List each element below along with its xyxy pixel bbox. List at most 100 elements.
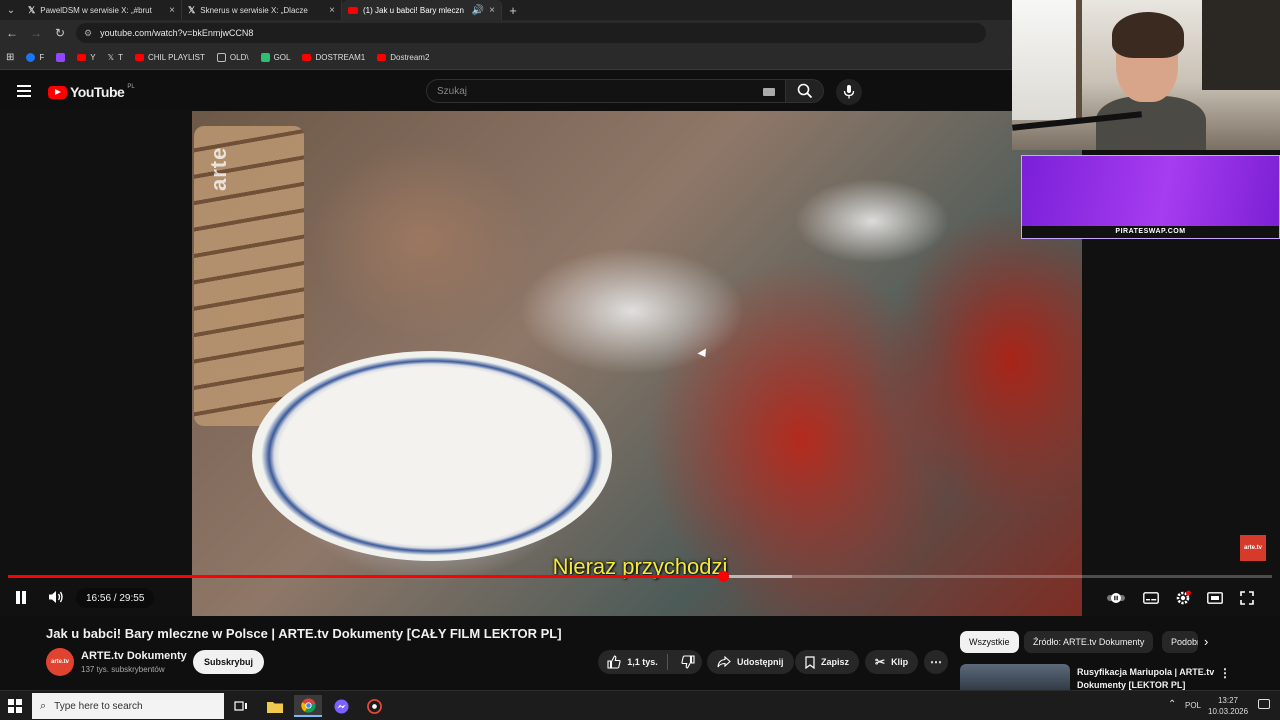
webcam-background-shelf	[1202, 0, 1280, 90]
volume-button[interactable]	[48, 589, 64, 608]
theater-icon	[1207, 592, 1223, 604]
bookmark-t[interactable]: 𝕏T	[108, 53, 123, 62]
video-frame[interactable]: arte	[192, 111, 1082, 616]
bookmark-f[interactable]: F	[26, 53, 44, 62]
voice-search-button[interactable]	[836, 79, 862, 105]
messenger-icon	[333, 698, 349, 714]
site-info-icon[interactable]: ⚙	[84, 28, 92, 39]
tab-youtube-video[interactable]: (1) Jak u babci! Bary mleczn 🔊 ×	[342, 0, 502, 20]
chip-source[interactable]: Źródło: ARTE.tv Dokumenty	[1024, 631, 1154, 653]
settings-button[interactable]	[1173, 588, 1193, 608]
close-icon[interactable]: ×	[489, 5, 495, 16]
chevron-right-icon[interactable]: ›	[1204, 634, 1208, 649]
subtitles-icon	[1143, 592, 1159, 604]
facebook-icon	[26, 53, 36, 62]
bookmark-old[interactable]: OLD\	[216, 53, 249, 62]
thumbs-down-icon	[681, 655, 695, 669]
player-controls: 16:56 / 29:55	[0, 585, 1280, 611]
autoplay-icon	[1107, 593, 1125, 603]
task-view-icon[interactable]	[227, 695, 255, 717]
tray-chevron-up-icon[interactable]: ⌃	[1168, 699, 1176, 710]
bookmark-dostream2[interactable]: Dostream2	[377, 53, 429, 62]
tab-paweldsm[interactable]: 𝕏 PawelDSM w serwisie X: „#brut ×	[22, 0, 182, 20]
streamer-hair	[1112, 12, 1184, 58]
channel-name[interactable]: ARTE.tv Dokumenty	[81, 650, 187, 662]
time-display: 16:56 / 29:55	[76, 588, 155, 608]
youtube-icon	[377, 54, 387, 61]
taskbar-search-input[interactable]: ⌕ Type here to search	[32, 693, 224, 719]
new-tab-button[interactable]: +	[502, 3, 524, 18]
reload-icon[interactable]: ↻	[48, 26, 72, 40]
subtitles-button[interactable]	[1141, 588, 1161, 608]
chip-similar[interactable]: Podobne	[1162, 631, 1198, 653]
subscribe-button[interactable]: Subskrybuj	[193, 650, 265, 674]
country-code: PL	[127, 84, 135, 90]
windows-start-icon[interactable]	[8, 699, 22, 713]
video-title: Jak u babci! Bary mleczne w Polsce | ART…	[46, 626, 562, 641]
fullscreen-button[interactable]	[1237, 588, 1257, 608]
sponsor-banner: PIRATESWAP.COM	[1021, 155, 1280, 239]
progress-bar[interactable]	[8, 571, 1272, 582]
clock-date: 10.03.2026	[1208, 707, 1249, 716]
chrome-taskbar-icon[interactable]	[294, 695, 322, 717]
search-icon: ⌕	[40, 699, 47, 712]
folder-icon	[216, 53, 226, 62]
chip-all[interactable]: Wszystkie	[960, 631, 1019, 653]
url-input[interactable]: ⚙ youtube.com/watch?v=bkEnmjwCCN8	[76, 23, 986, 43]
save-label: Zapisz	[821, 657, 850, 667]
system-clock[interactable]: 13:27 10.03.2026	[1208, 695, 1248, 717]
youtube-logo-icon	[348, 6, 358, 14]
messenger-taskbar-icon[interactable]	[327, 695, 355, 717]
like-button[interactable]: 1,1 tys.	[598, 654, 668, 670]
forward-icon[interactable]: →	[24, 26, 48, 40]
language-indicator[interactable]: POL	[1185, 701, 1201, 710]
channel-avatar[interactable]: arte.tv	[46, 648, 74, 676]
bookmark-label: GOL	[273, 53, 291, 62]
close-icon[interactable]: ×	[169, 5, 175, 16]
bookmark-y[interactable]: Y	[77, 53, 96, 62]
bookmark-label: CHIL PLAYLIST	[147, 53, 205, 62]
youtube-logo[interactable]: YouTube PL	[48, 84, 135, 100]
theater-mode-button[interactable]	[1205, 588, 1225, 608]
close-icon[interactable]: ×	[329, 5, 335, 16]
scissors-icon: ✂	[875, 655, 886, 669]
bookmark-label: Y	[90, 53, 96, 62]
app-taskbar-icon[interactable]	[360, 695, 388, 717]
back-icon[interactable]: ←	[0, 26, 24, 40]
menu-icon[interactable]	[17, 85, 31, 97]
notification-icon[interactable]	[1258, 699, 1270, 709]
tab-sknerus[interactable]: 𝕏 Sknerus w serwisie X: „Dlacze ×	[182, 0, 342, 20]
clip-button[interactable]: ✂ Klip	[865, 650, 919, 674]
pause-button[interactable]	[14, 591, 28, 605]
bookmark-dostream1[interactable]: DOSTREAM1	[302, 53, 365, 62]
search-button[interactable]	[786, 79, 824, 103]
search-input[interactable]: Szukaj	[426, 79, 786, 103]
streamer-body	[1096, 96, 1206, 150]
apps-grid-icon[interactable]: ⊞	[6, 52, 14, 63]
youtube-header: YouTube PL Szukaj	[0, 71, 1012, 111]
save-button[interactable]: Zapisz	[795, 650, 860, 674]
bookmark-label: Dostream2	[390, 53, 430, 62]
thumbs-up-icon	[607, 655, 621, 669]
autoplay-toggle[interactable]	[1106, 588, 1126, 608]
webcam-overlay	[1012, 0, 1280, 150]
youtube-icon	[134, 54, 144, 61]
bookmark-chil-playlist[interactable]: CHIL PLAYLIST	[134, 53, 205, 62]
x-logo-icon: 𝕏	[28, 4, 36, 15]
bookmark-twitch[interactable]	[56, 53, 66, 62]
bookmark-gol[interactable]: GOL	[260, 53, 291, 62]
share-button[interactable]: Udostępnij	[707, 650, 794, 674]
file-explorer-icon[interactable]	[261, 695, 289, 717]
more-horizontal-icon: ⋯	[930, 655, 942, 669]
dislike-button[interactable]	[674, 655, 702, 669]
recommended-video-title[interactable]: Rusyfikacja Mariupola | ARTE.tv Dokument…	[1077, 666, 1217, 692]
more-actions-button[interactable]: ⋯	[924, 650, 948, 674]
more-vertical-icon[interactable]: ⋮	[1219, 666, 1231, 680]
speaker-icon[interactable]: 🔊	[472, 5, 484, 16]
keyboard-icon[interactable]	[763, 88, 775, 96]
like-count: 1,1 tys.	[627, 657, 658, 667]
address-bar-row: ← → ↻ ⚙ youtube.com/watch?v=bkEnmjwCCN8	[0, 20, 1012, 46]
clip-label: Klip	[891, 657, 909, 667]
channel-watermark-badge[interactable]: arte.tv	[1240, 535, 1266, 561]
tab-search-icon[interactable]: ⌄	[0, 0, 22, 20]
